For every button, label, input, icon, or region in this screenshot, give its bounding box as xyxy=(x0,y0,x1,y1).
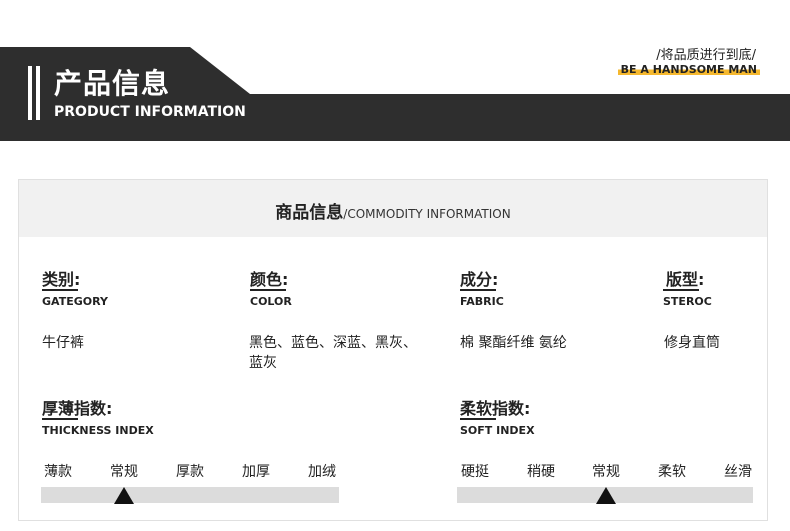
info-card-title: 商品信息/COMMODITY INFORMATION xyxy=(19,198,767,223)
softness-underline xyxy=(460,418,496,420)
category-label-en: GATEGORY xyxy=(42,295,108,308)
softness-option: 丝滑 xyxy=(724,464,752,480)
fit-label: 版型: xyxy=(666,270,705,289)
thickness-option: 薄款 xyxy=(44,464,72,480)
info-card-title-cn: 商品信息 xyxy=(275,203,344,223)
page-title: 产品信息 xyxy=(54,67,171,100)
fabric-value: 棉 聚酯纤维 氨纶 xyxy=(460,335,567,351)
slogan-en: BE A HANDSOME MAN xyxy=(617,62,760,76)
softness-option: 柔软 xyxy=(658,464,686,480)
header-accent-stripe xyxy=(36,66,40,120)
slogan-cn: /将品质进行到底/ xyxy=(656,48,756,63)
category-value: 牛仔裤 xyxy=(42,335,84,351)
softness-label: 柔软指数: xyxy=(460,399,531,418)
softness-option: 稍硬 xyxy=(527,464,555,480)
info-card-title-en: /COMMODITY INFORMATION xyxy=(343,207,511,221)
thickness-option: 加厚 xyxy=(242,464,270,480)
thickness-option: 常规 xyxy=(110,464,138,480)
fabric-underline xyxy=(460,289,496,291)
softness-option: 常规 xyxy=(592,464,620,480)
fit-label-en: STEROC xyxy=(663,295,712,308)
thickness-scale-bar xyxy=(41,487,339,503)
thickness-marker-icon xyxy=(114,487,134,504)
color-label-en: COLOR xyxy=(250,295,292,308)
softness-label-en: SOFT INDEX xyxy=(460,424,535,437)
header-accent-stripe xyxy=(28,66,32,120)
softness-option: 硬挺 xyxy=(461,464,489,480)
softness-marker-icon xyxy=(596,487,616,504)
category-label: 类别: xyxy=(42,270,81,289)
category-underline xyxy=(42,289,78,291)
fabric-label: 成分: xyxy=(460,270,499,289)
color-label: 颜色: xyxy=(250,270,289,289)
fit-underline xyxy=(663,289,699,291)
thickness-option: 厚款 xyxy=(176,464,204,480)
color-underline xyxy=(250,289,286,291)
fabric-label-en: FABRIC xyxy=(460,295,504,308)
thickness-underline xyxy=(42,418,78,420)
thickness-label-en: THICKNESS INDEX xyxy=(42,424,154,437)
thickness-label: 厚薄指数: xyxy=(42,399,113,418)
thickness-option: 加绒 xyxy=(308,464,336,480)
fit-value: 修身直筒 xyxy=(664,335,720,351)
color-value: 黑色、蓝色、深蓝、黑灰、蓝灰 xyxy=(249,335,417,371)
page-subtitle: PRODUCT INFORMATION xyxy=(54,104,246,120)
